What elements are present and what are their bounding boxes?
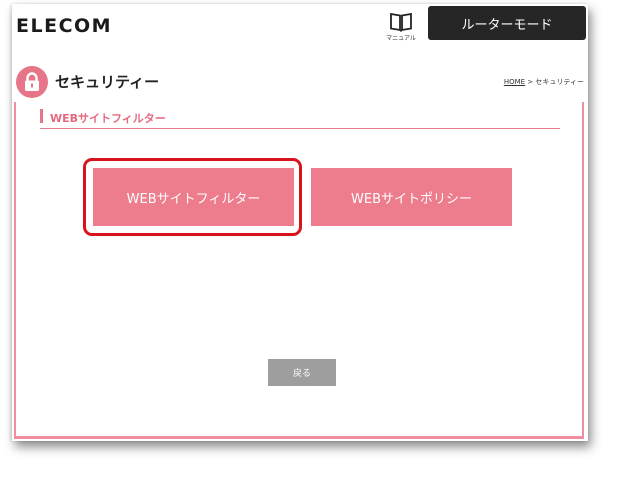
manual-link[interactable]: マニュアル [382,12,420,46]
breadcrumb-separator: > [525,78,536,86]
breadcrumb-current: セキュリティー [535,78,584,86]
router-mode-tab[interactable]: ルーターモード [428,6,586,40]
section-header: WEBサイトフィルター [40,106,560,129]
page-title: セキュリティー [55,73,160,91]
section-title: WEBサイトフィルター [50,112,166,125]
security-section-icon [16,66,48,98]
breadcrumb: HOME > セキュリティー [504,77,584,87]
section-accent-bar [40,109,43,123]
web-site-filter-button[interactable]: WEBサイトフィルター [93,168,294,226]
lock-icon [25,72,39,91]
book-icon [390,12,412,32]
back-button[interactable]: 戻る [268,359,336,386]
router-admin-window: ELECOM マニュアル ルーターモード セキュリティー HOME > セキュリ… [12,4,588,441]
breadcrumb-home-link[interactable]: HOME [504,78,525,86]
elecom-logo: ELECOM [16,15,113,37]
manual-label: マニュアル [386,35,416,42]
content-panel: WEBサイトフィルター WEBサイトフィルター WEBサイトポリシー 戻る [14,102,584,439]
web-site-policy-button[interactable]: WEBサイトポリシー [311,168,512,226]
